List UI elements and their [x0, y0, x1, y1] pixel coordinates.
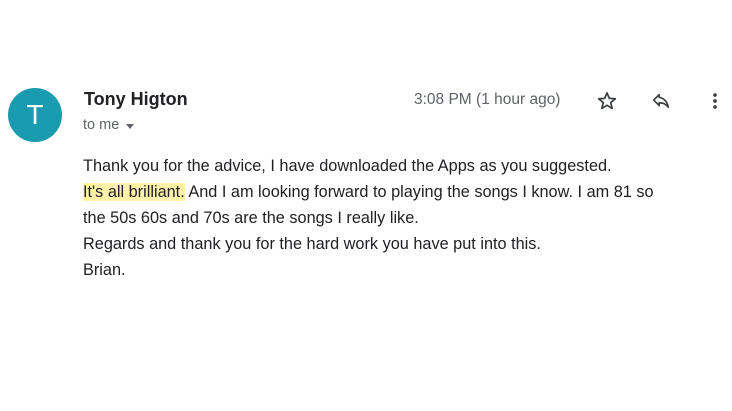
email-body-text: And I am looking forward to playing the …: [184, 183, 654, 201]
reply-icon: [652, 93, 670, 109]
reply-button[interactable]: [646, 86, 676, 116]
sender-name[interactable]: Tony Higton: [84, 89, 188, 110]
highlighted-text: It's all brilliant.: [83, 183, 185, 201]
email-body-line: Regards and thank you for the hard work …: [83, 235, 541, 253]
email-body-line: Thank you for the advice, I have downloa…: [83, 157, 612, 175]
caret-down-icon: [126, 123, 135, 129]
email-body-line: the 50s 60s and 70s are the songs I real…: [83, 209, 419, 227]
more-options-button[interactable]: [700, 86, 730, 116]
star-button[interactable]: [592, 86, 622, 116]
recipient-details-toggle[interactable]: to me: [83, 117, 135, 133]
sender-avatar[interactable]: T: [8, 88, 62, 142]
email-timestamp: 3:08 PM (1 hour ago): [414, 91, 561, 108]
email-body-line: It's all brilliant. And I am looking for…: [83, 179, 723, 205]
star-icon: [597, 92, 617, 110]
more-vertical-icon: [713, 93, 717, 109]
email-body: Thank you for the advice, I have downloa…: [83, 153, 723, 283]
recipient-label: to me: [83, 117, 120, 133]
email-signature: Brian.: [83, 261, 126, 279]
